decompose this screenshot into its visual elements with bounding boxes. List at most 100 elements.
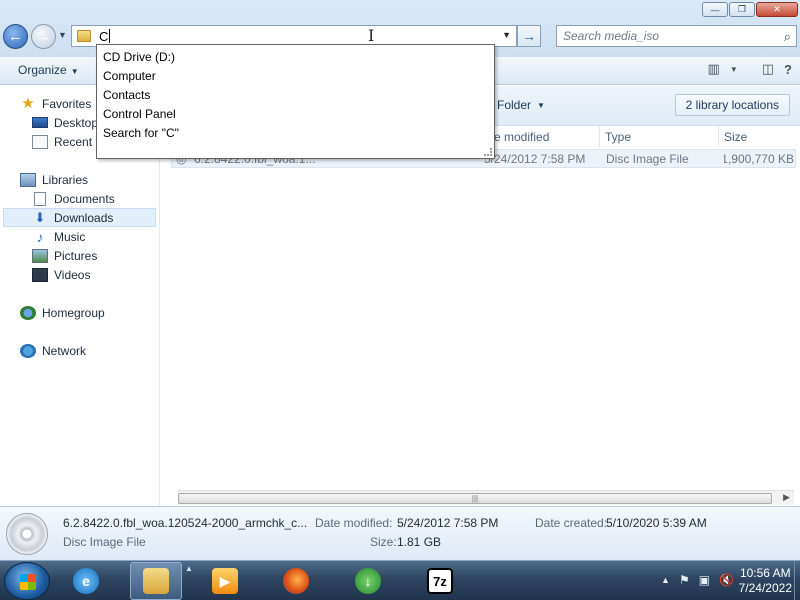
folder-icon (77, 30, 91, 42)
library-locations-label: 2 library locations (685, 98, 779, 112)
text-caret (109, 29, 111, 43)
clock-time: 10:56 AM (739, 566, 791, 580)
homegroup-icon (20, 305, 36, 320)
clock-date: 7/24/2022 (738, 581, 792, 595)
sidebar-item-videos[interactable]: Videos (32, 265, 156, 284)
text-cursor-icon: I (368, 26, 375, 45)
show-desktop-button[interactable] (794, 561, 800, 600)
sidebar-item-label: Desktop (54, 115, 99, 130)
minimize-button[interactable]: — (702, 2, 728, 17)
recent-places-icon (32, 134, 48, 149)
autocomplete-item-computer[interactable]: Computer (97, 66, 494, 85)
taskbar-internet-explorer[interactable]: e (60, 562, 112, 600)
scroll-right-icon[interactable]: ▶ (783, 492, 790, 503)
details-created-value: 5/10/2020 5:39 AM (606, 516, 707, 530)
file-date-modified: 5/24/2012 7:58 PM (484, 151, 586, 166)
recent-pages-dropdown[interactable]: ▼ (58, 30, 67, 40)
scrollbar-thumb[interactable]: ||| (178, 493, 772, 504)
show-hidden-icons-icon[interactable]: ▲ (661, 575, 670, 585)
column-label: Size (724, 129, 748, 144)
chevron-down-icon: ▼ (537, 100, 545, 110)
column-header-date-modified[interactable]: ate modified (479, 126, 600, 147)
internet-explorer-icon: e (73, 568, 99, 594)
close-button[interactable]: ✕ (756, 2, 798, 17)
sidebar-item-label: Network (42, 343, 87, 358)
preview-pane-icon[interactable]: ◫ (762, 61, 774, 77)
details-size-label: Size: (370, 535, 397, 549)
details-modified-label: Date modified: (315, 516, 393, 530)
action-center-icon[interactable]: ⚑ (679, 573, 690, 587)
forward-button[interactable]: → (31, 24, 56, 49)
resize-grip-icon[interactable] (484, 148, 492, 156)
download-arrow-icon: ⬇ (34, 209, 46, 225)
taskbar-windows-explorer[interactable] (130, 562, 182, 600)
video-icon (32, 267, 48, 282)
notification-area: ▲ ⚑ ▣ 🔇 (661, 573, 734, 587)
documents-icon (34, 191, 46, 206)
taskbar-firefox[interactable] (270, 562, 322, 600)
network-icon (20, 343, 36, 358)
help-icon[interactable]: ? (784, 62, 792, 77)
address-autocomplete-list: CD Drive (D:) Computer Contacts Control … (96, 44, 495, 159)
download-manager-icon: ↓ (355, 568, 381, 594)
media-player-icon: ▶ (212, 568, 238, 594)
back-button[interactable]: ← (3, 24, 28, 49)
autocomplete-item-cd-drive[interactable]: CD Drive (D:) (97, 47, 494, 66)
firefox-icon (283, 568, 309, 594)
desktop-icon (32, 117, 48, 128)
search-placeholder: Search media_iso (563, 29, 660, 43)
sidebar-item-label: Documents (54, 191, 115, 206)
sidebar-item-label: Music (54, 229, 86, 244)
search-icon[interactable]: ⌕ (784, 29, 791, 45)
details-file-name: 6.2.8422.0.fbl_woa.120524-2000_armchk_c.… (63, 516, 308, 530)
autocomplete-item-contacts[interactable]: Contacts (97, 85, 494, 104)
seven-zip-icon: 7z (427, 568, 453, 594)
taskbar-media-player[interactable]: ▶ (199, 562, 251, 600)
horizontal-scrollbar[interactable]: ||| ▶ (178, 490, 794, 505)
jump-list-arrow-icon[interactable]: ▲ (185, 564, 193, 573)
library-locations-button[interactable]: 2 library locations (674, 94, 790, 116)
sidebar-item-libraries[interactable]: Libraries (20, 170, 156, 189)
address-dropdown-icon[interactable]: ▼ (502, 30, 511, 40)
arrange-by-label: Folder (497, 98, 532, 112)
autocomplete-item-control-panel[interactable]: Control Panel (97, 104, 494, 123)
column-header-type[interactable]: Type (600, 126, 719, 147)
sidebar-item-label: Libraries (42, 172, 89, 187)
change-view-icon[interactable]: ▥ (708, 61, 720, 77)
column-header-size[interactable]: Size (719, 126, 800, 147)
disc-image-icon (6, 513, 48, 555)
details-modified-value: 5/24/2012 7:58 PM (397, 516, 499, 530)
autocomplete-item-search[interactable]: Search for "C" (97, 123, 494, 142)
chevron-down-icon[interactable]: ▼ (730, 65, 738, 74)
search-input[interactable]: Search media_iso ⌕ (556, 25, 797, 47)
taskbar-download-manager[interactable]: ↓ (342, 562, 394, 600)
taskbar-7zip[interactable]: 7z (414, 562, 466, 600)
details-pane: 6.2.8422.0.fbl_woa.120524-2000_armchk_c.… (0, 506, 800, 560)
sidebar-item-network[interactable]: Network (20, 341, 156, 360)
sidebar-item-pictures[interactable]: Pictures (32, 246, 156, 265)
libraries-icon (20, 172, 36, 187)
pictures-icon (32, 248, 48, 263)
details-file-type: Disc Image File (63, 535, 146, 549)
details-size-value: 1.81 GB (397, 535, 442, 549)
sidebar-item-documents[interactable]: Documents (32, 189, 156, 208)
chevron-down-icon: ▼ (70, 67, 79, 76)
sidebar-item-label: Favorites (42, 96, 92, 111)
maximize-button[interactable]: ❐ (729, 2, 755, 17)
go-button[interactable]: → (517, 25, 541, 47)
organize-button[interactable]: Organize ▼ (18, 63, 79, 77)
go-arrow-icon: → (522, 28, 536, 44)
sidebar-item-music[interactable]: ♪ Music (32, 227, 156, 246)
system-clock[interactable]: 10:56 AM 7/24/2022 (739, 566, 792, 596)
sidebar-item-label: Pictures (54, 248, 98, 263)
sidebar-item-downloads[interactable]: ⬇ Downloads (3, 208, 156, 227)
sidebar-item-label: Downloads (54, 210, 114, 225)
network-tray-icon[interactable]: ▣ (699, 573, 710, 587)
start-button[interactable] (4, 562, 50, 600)
sidebar-item-homegroup[interactable]: Homegroup (20, 303, 156, 322)
window-controls: — ❐ ✕ (702, 2, 798, 17)
column-label: Type (605, 129, 632, 144)
arrange-by-button[interactable]: Folder ▼ (489, 94, 553, 116)
volume-muted-icon[interactable]: 🔇 (719, 573, 734, 587)
address-input[interactable]: C (99, 29, 108, 44)
